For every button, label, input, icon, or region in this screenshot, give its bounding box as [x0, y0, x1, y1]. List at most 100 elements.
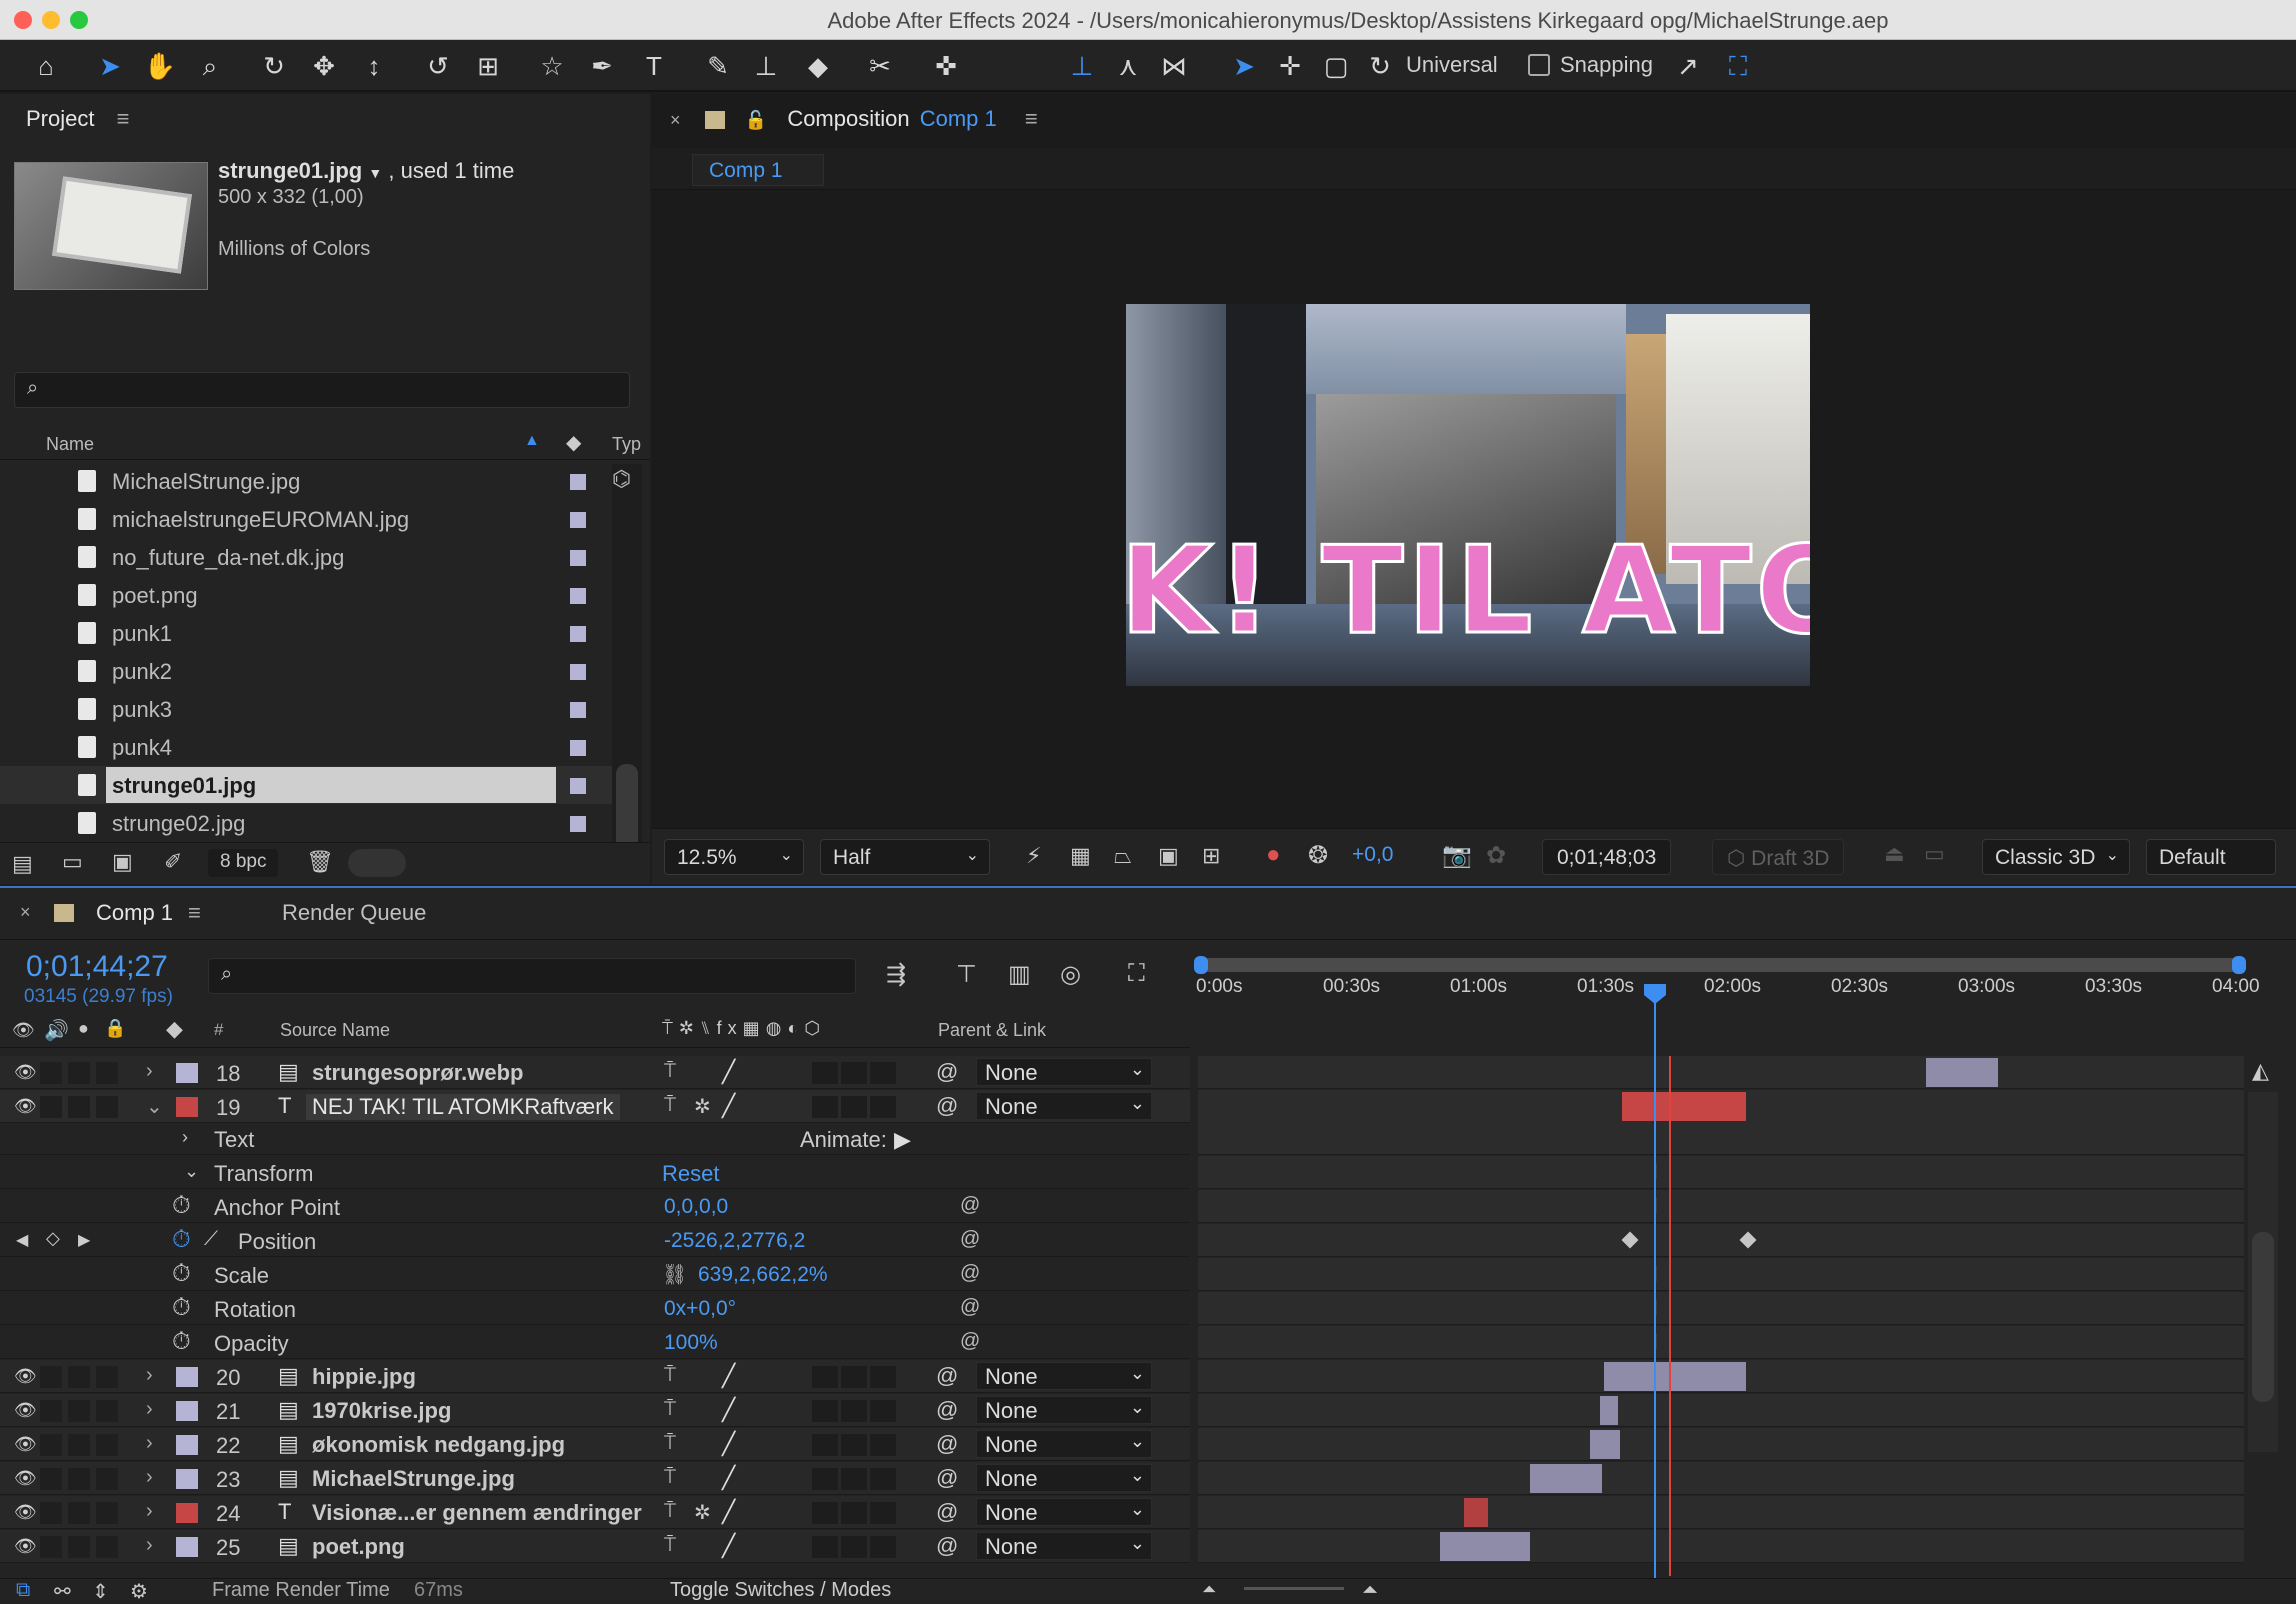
layer-source-name[interactable]: 1970krise.jpg: [312, 1398, 451, 1424]
project-item[interactable]: MichaelStrunge.jpg: [0, 462, 620, 500]
quality-switch-icon[interactable]: ╱: [722, 1397, 735, 1423]
close-icon[interactable]: ×: [670, 110, 681, 130]
source-name-header[interactable]: Source Name: [280, 1020, 390, 1041]
col-name[interactable]: Name: [46, 434, 94, 455]
timeline-track[interactable]: I: [1198, 1190, 2244, 1223]
layer-label-swatch[interactable]: [176, 1435, 198, 1455]
solo-switch-icon[interactable]: ●: [78, 1018, 89, 1039]
quality-switch-icon[interactable]: ╱: [722, 1363, 735, 1389]
layer-duration-bar[interactable]: [1590, 1430, 1620, 1459]
parent-dropdown[interactable]: None ⌄: [976, 1430, 1152, 1458]
property-value[interactable]: -2526,2,2776,2: [664, 1229, 805, 1253]
switch-box[interactable]: [841, 1502, 867, 1524]
switch-box[interactable]: [841, 1400, 867, 1422]
draft-3d-button[interactable]: ⬡ Draft 3D: [1712, 839, 1845, 875]
project-item[interactable]: strunge02.jpg: [0, 804, 620, 842]
chevron-right-icon[interactable]: ›: [146, 1466, 153, 1489]
render-queue-tab[interactable]: Render Queue: [282, 900, 426, 926]
layer-duration-bar[interactable]: [1440, 1532, 1530, 1561]
expression-pick-whip-icon[interactable]: @: [960, 1296, 980, 1319]
layer-source-name[interactable]: Visionæ...er gennem ændringer: [312, 1500, 642, 1526]
roto-brush-icon[interactable]: ✂: [862, 48, 898, 84]
reset-link[interactable]: Reset: [662, 1161, 719, 1187]
zoom-tool-icon[interactable]: ⌕: [192, 48, 228, 84]
timeline-track[interactable]: I: [1198, 1258, 2244, 1291]
eraser-tool-icon[interactable]: ◆: [800, 48, 836, 84]
parent-link-header[interactable]: Parent & Link: [938, 1020, 1046, 1041]
trash-icon[interactable]: 🗑: [306, 849, 334, 875]
timeline-track[interactable]: [1198, 1428, 2244, 1461]
shy-switch-icon[interactable]: ⍑: [664, 1432, 676, 1455]
switch-box[interactable]: [68, 1434, 90, 1456]
switch-box[interactable]: [96, 1502, 118, 1524]
shy-switch-icon[interactable]: ⍑: [664, 1094, 676, 1117]
chevron-down-icon[interactable]: ▼: [368, 165, 382, 181]
switch-box[interactable]: [68, 1366, 90, 1388]
chevron-right-icon[interactable]: ›: [146, 1534, 153, 1557]
layer-label-swatch[interactable]: [176, 1537, 198, 1557]
quality-switch-icon[interactable]: ╱: [722, 1499, 735, 1525]
timeline-track[interactable]: [1198, 1224, 2244, 1257]
switch-box[interactable]: [812, 1468, 838, 1490]
frame-blending-icon[interactable]: ▥: [1008, 960, 1031, 989]
composition-tab[interactable]: × 🔓 Composition Comp 1 ≡: [670, 106, 1270, 150]
layer-row[interactable]: 👁 › 20 ▤ hippie.jpg ⍑ ╱ @ None ⌄: [0, 1360, 1190, 1393]
zoom-in-icon[interactable]: ⏶: [1362, 1579, 1378, 1602]
switch-box[interactable]: [870, 1536, 896, 1558]
switch-box[interactable]: [96, 1400, 118, 1422]
switch-box[interactable]: [812, 1366, 838, 1388]
rotate-tool-icon[interactable]: ↺: [420, 48, 456, 84]
switch-box[interactable]: [812, 1096, 838, 1118]
layer-source-name[interactable]: hippie.jpg: [312, 1364, 416, 1390]
label-swatch[interactable]: [570, 588, 586, 604]
parent-dropdown[interactable]: None ⌄: [976, 1396, 1152, 1424]
eye-icon[interactable]: 👁: [14, 1536, 37, 1557]
timeline-tab-comp1[interactable]: Comp 1: [96, 900, 173, 926]
switch-box[interactable]: [40, 1434, 62, 1456]
quality-switch-icon[interactable]: ╱: [722, 1431, 735, 1457]
stopwatch-icon[interactable]: ⏱: [172, 1294, 191, 1322]
brush-tool-icon[interactable]: ✎: [700, 48, 736, 84]
3d-scale-icon[interactable]: ▢: [1318, 48, 1354, 84]
collapse-switch-icon[interactable]: ✲: [694, 1500, 711, 1525]
chevron-right-icon[interactable]: ›: [182, 1127, 188, 1148]
timeline-track[interactable]: I: [1198, 1326, 2244, 1359]
stopwatch-icon[interactable]: ⏱: [172, 1260, 191, 1288]
switch-box[interactable]: [841, 1366, 867, 1388]
layer-duration-bar[interactable]: [1622, 1092, 1746, 1121]
switch-box[interactable]: [870, 1502, 896, 1524]
switch-box[interactable]: [812, 1502, 838, 1524]
panel-menu-icon[interactable]: ≡: [117, 106, 130, 131]
switch-box[interactable]: [40, 1062, 62, 1084]
layer-label-swatch[interactable]: [176, 1401, 198, 1421]
hand-tool-icon[interactable]: ✋: [142, 48, 178, 84]
stopwatch-icon[interactable]: ⏱: [172, 1328, 191, 1356]
transfer-controls-icon[interactable]: ⚯: [54, 1579, 71, 1604]
switch-box[interactable]: [96, 1468, 118, 1490]
eye-icon[interactable]: 👁: [14, 1366, 37, 1387]
label-swatch[interactable]: [570, 702, 586, 718]
project-item[interactable]: poet.png: [0, 576, 620, 614]
switch-box[interactable]: [68, 1096, 90, 1118]
pick-whip-icon[interactable]: @: [936, 1059, 958, 1085]
layer-switches-icon[interactable]: ⧉: [16, 1579, 30, 1602]
shy-switch-icon[interactable]: ⍑: [664, 1500, 676, 1523]
motion-blur-icon[interactable]: ◎: [1060, 960, 1081, 989]
pick-whip-icon[interactable]: @: [936, 1363, 958, 1389]
text-group-row[interactable]: › Text Animate: ▶: [0, 1122, 1190, 1155]
switch-box[interactable]: [841, 1468, 867, 1490]
next-keyframe-icon[interactable]: ▶: [78, 1230, 90, 1250]
navigator-end-handle[interactable]: [2232, 956, 2246, 974]
current-time-display[interactable]: 0;01;48;03: [1542, 839, 1672, 875]
layer-label-swatch[interactable]: [176, 1469, 198, 1489]
composition-mini-flowchart-icon[interactable]: ⇶: [886, 960, 906, 989]
switch-box[interactable]: [841, 1536, 867, 1558]
panel-menu-icon[interactable]: ≡: [188, 900, 201, 926]
shy-switch-icon[interactable]: ⍑: [664, 1398, 676, 1421]
audio-switch-icon[interactable]: 🔊: [44, 1018, 69, 1043]
switch-box[interactable]: [40, 1536, 62, 1558]
label-swatch[interactable]: [570, 816, 586, 832]
project-scrollbar[interactable]: [612, 464, 642, 854]
layer-row[interactable]: 👁 › 18 ▤ strungesoprør.webp ⍑ ╱ @ None ⌄: [0, 1056, 1190, 1089]
snapping-checkbox[interactable]: [1528, 54, 1550, 76]
